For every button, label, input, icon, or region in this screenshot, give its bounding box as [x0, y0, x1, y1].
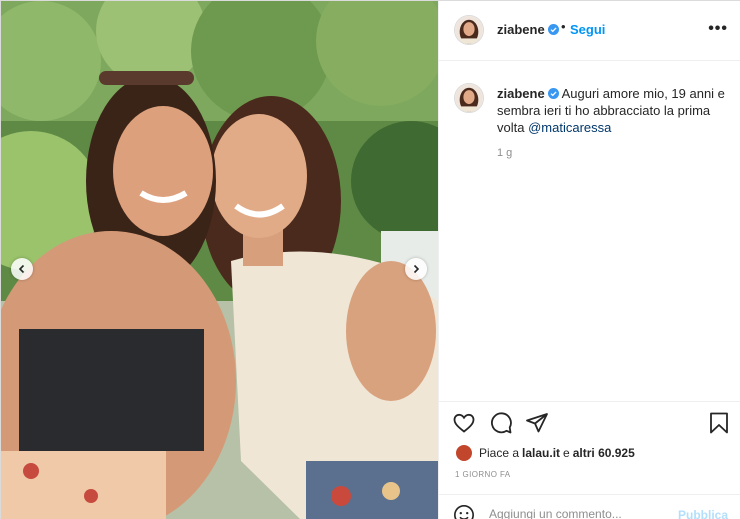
- share-icon: [526, 413, 548, 433]
- liker-avatar: [455, 444, 473, 462]
- post-caption: ziabene Auguri amore mio, 19 anni e semb…: [439, 61, 740, 401]
- comment-icon: [491, 412, 512, 434]
- post-side-panel: ziabene • Segui ••• ziabene Auguri amore…: [438, 1, 740, 519]
- chevron-right-icon: [413, 264, 420, 274]
- caption-mention-link[interactable]: @maticaressa: [528, 120, 611, 135]
- save-button[interactable]: [707, 411, 731, 435]
- post-header: ziabene • Segui •••: [439, 1, 740, 61]
- avatar[interactable]: [454, 15, 484, 45]
- action-bar: [439, 401, 740, 441]
- like-button[interactable]: [452, 411, 476, 435]
- emoji-icon[interactable]: [453, 504, 475, 519]
- follow-button[interactable]: Segui: [570, 22, 605, 37]
- photo-two-women: [1, 1, 438, 519]
- separator-dot: •: [561, 19, 566, 34]
- instagram-post: ziabene • Segui ••• ziabene Auguri amore…: [0, 0, 740, 519]
- chevron-left-icon: [18, 264, 25, 274]
- caption-avatar[interactable]: [454, 83, 484, 113]
- caption-timestamp[interactable]: 1 g: [497, 147, 512, 159]
- liker-username[interactable]: lalau.it: [522, 446, 560, 460]
- heart-icon: [453, 413, 475, 433]
- verified-icon: [547, 88, 559, 99]
- avatar-image: [455, 84, 483, 112]
- more-icon[interactable]: •••: [708, 20, 728, 38]
- likes-conjunction: e: [563, 446, 570, 460]
- verified-icon: [547, 24, 559, 35]
- likes-summary[interactable]: Piace a lalau.it e altri 60.925: [455, 444, 638, 462]
- avatar-image: [455, 16, 483, 44]
- caption-text: ziabene Auguri amore mio, 19 anni e semb…: [497, 85, 729, 136]
- carousel-prev-button[interactable]: [11, 258, 33, 280]
- comment-input[interactable]: [489, 507, 669, 519]
- likes-prefix: Piace a: [479, 446, 520, 460]
- comment-button[interactable]: [489, 411, 513, 435]
- username[interactable]: ziabene: [497, 22, 559, 37]
- post-date[interactable]: 1 GIORNO FA: [455, 470, 511, 479]
- caption-username[interactable]: ziabene: [497, 86, 559, 101]
- bookmark-icon: [710, 412, 728, 434]
- publish-button[interactable]: Pubblica: [678, 508, 728, 519]
- likes-others-count[interactable]: altri 60.925: [573, 446, 635, 460]
- share-button[interactable]: [525, 411, 549, 435]
- post-photo[interactable]: [1, 1, 438, 519]
- comment-bar: Pubblica: [439, 494, 740, 519]
- carousel-next-button[interactable]: [405, 258, 427, 280]
